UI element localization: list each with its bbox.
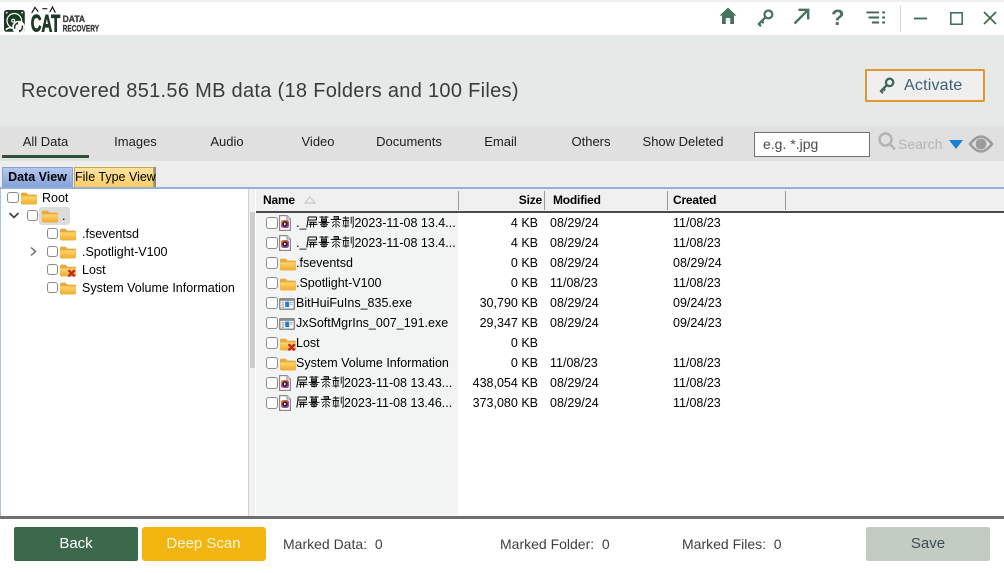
- svg-text:CAT: CAT: [31, 10, 61, 36]
- svg-text:RECOVERY: RECOVERY: [63, 23, 100, 34]
